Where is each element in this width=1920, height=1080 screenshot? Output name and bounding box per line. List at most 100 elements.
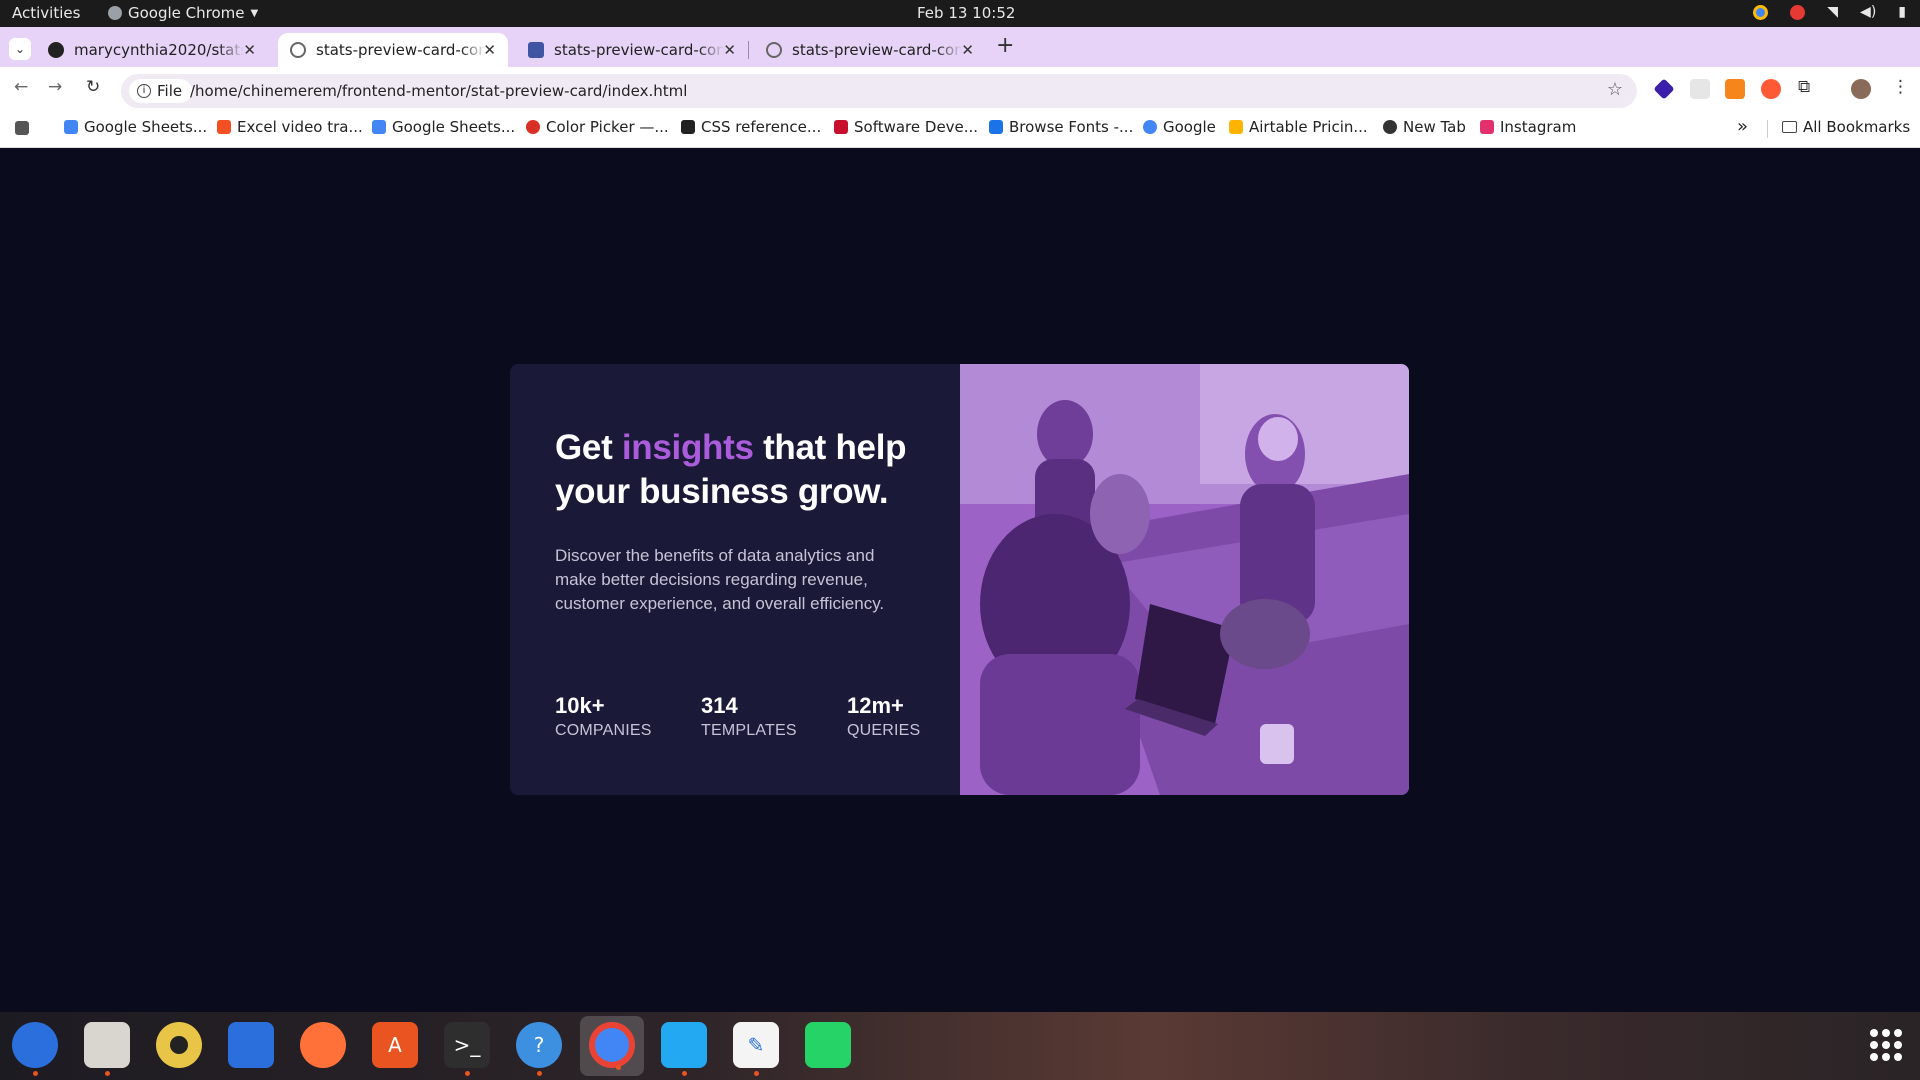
running-indicator xyxy=(465,1071,470,1076)
forward-button[interactable]: → xyxy=(48,77,62,97)
tab-stats-preview-3[interactable]: stats-preview-card-component ✕ xyxy=(754,33,986,67)
running-indicator xyxy=(537,1071,542,1076)
bookmark-item[interactable]: Color Picker —... xyxy=(526,118,669,136)
activities-button[interactable]: Activities xyxy=(12,4,80,22)
plus-icon: + xyxy=(996,33,1015,58)
close-icon[interactable]: ✕ xyxy=(723,41,736,59)
all-bookmarks-button[interactable]: All Bookmarks xyxy=(1782,118,1910,136)
info-icon: i xyxy=(137,84,151,98)
tab-github[interactable]: marycynthia2020/stats-preview-card ✕ xyxy=(36,33,268,67)
bookmark-item[interactable]: Google Sheets... xyxy=(372,118,515,136)
tab-stats-preview-active[interactable]: stats-preview-card-component ✕ xyxy=(278,33,508,67)
card-description: Discover the benefits of data analytics … xyxy=(555,546,885,613)
bookmark-item[interactable]: Instagram xyxy=(1480,118,1576,136)
page-viewport: Get insights that help your business gro… xyxy=(0,148,1920,1012)
app-menu[interactable]: Google Chrome ▼ xyxy=(108,4,258,22)
tab-separator xyxy=(748,41,749,59)
bookmark-item[interactable]: Browse Fonts -... xyxy=(989,118,1133,136)
metamask-icon[interactable] xyxy=(1725,79,1745,99)
tab-title: marycynthia2020/stats-preview-card xyxy=(74,41,244,59)
close-icon[interactable]: ✕ xyxy=(243,41,256,59)
text-editor-icon[interactable]: ✎ xyxy=(733,1022,779,1076)
libreoffice-writer-icon[interactable] xyxy=(228,1022,274,1068)
files-icon[interactable] xyxy=(84,1022,130,1076)
bookmark-label: Google Sheets... xyxy=(84,118,208,136)
app-menu-label: Google Chrome xyxy=(128,4,245,22)
do-not-disturb-icon[interactable] xyxy=(1790,4,1806,20)
battery-icon[interactable]: ▮ xyxy=(1898,4,1906,20)
show-apps-grid-icon[interactable] xyxy=(1870,1029,1902,1061)
close-icon[interactable]: ✕ xyxy=(961,41,974,59)
bookmark-label: Airtable Pricin... xyxy=(1249,118,1368,136)
app-center-icon[interactable]: A xyxy=(372,1022,418,1068)
firefox-icon[interactable] xyxy=(300,1022,346,1068)
kebab-menu-icon[interactable]: ⋮ xyxy=(1892,77,1909,97)
close-icon[interactable]: ✕ xyxy=(483,41,496,59)
bookmark-item[interactable]: Google xyxy=(1143,118,1216,136)
whatsapp-icon[interactable] xyxy=(805,1022,851,1068)
terminal-icon[interactable]: >_ xyxy=(444,1022,490,1076)
bookmark-item[interactable]: Excel video tra... xyxy=(217,118,363,136)
stat-label: TEMPLATES xyxy=(701,722,797,739)
instagram-icon xyxy=(1480,120,1494,134)
system-tray[interactable]: ◥ ◀) ▮ xyxy=(1753,4,1906,20)
all-bookmarks-label: All Bookmarks xyxy=(1803,118,1911,136)
tab-search-button[interactable]: ⌄ xyxy=(9,38,31,60)
google-sheets-icon xyxy=(64,120,78,134)
back-button[interactable]: ← xyxy=(14,77,28,97)
bookmark-item[interactable]: Google Sheets... xyxy=(64,118,207,136)
apps-icon[interactable] xyxy=(15,121,29,135)
help-icon[interactable]: ? xyxy=(516,1022,562,1076)
fonts-icon xyxy=(989,120,1003,134)
frontend-mentor-icon xyxy=(528,42,544,58)
chrome-tray-icon[interactable] xyxy=(1753,4,1769,20)
tab-stats-preview-2[interactable]: stats-preview-card-component ✕ xyxy=(516,33,748,67)
tab-title: stats-preview-card-component xyxy=(554,41,724,59)
bookmark-item[interactable]: Software Deve... xyxy=(834,118,978,136)
chrome-small-icon xyxy=(108,6,122,20)
bookmarks-overflow-button[interactable]: » xyxy=(1737,116,1748,137)
bookmark-item[interactable]: New Tab xyxy=(1383,118,1466,136)
system-top-bar: Activities Google Chrome ▼ Feb 13 10:52 … xyxy=(0,0,1920,27)
stat-label: COMPANIES xyxy=(555,722,652,739)
globe-icon xyxy=(766,42,782,58)
profile-avatar[interactable] xyxy=(1851,79,1871,99)
headline-accent: insights xyxy=(621,428,754,467)
address-bar[interactable]: i File /home/chinemerem/frontend-mentor/… xyxy=(121,74,1637,108)
extension-a-icon[interactable] xyxy=(1761,79,1781,99)
new-tab-button[interactable]: + xyxy=(996,33,1014,58)
rhythmbox-icon[interactable] xyxy=(156,1022,202,1068)
bookmark-item[interactable]: CSS reference... xyxy=(681,118,821,136)
bookmarks-bar: Google Sheets... Excel video tra... Goog… xyxy=(0,110,1920,148)
stat-value: 10k+ xyxy=(555,693,605,718)
card-text-section: Get insights that help your business gro… xyxy=(510,364,960,795)
site-info-button[interactable]: i File xyxy=(129,79,193,103)
extension-diamond-icon[interactable] xyxy=(1653,78,1675,100)
url-text[interactable]: /home/chinemerem/frontend-mentor/stat-pr… xyxy=(190,82,687,100)
mdn-icon xyxy=(681,120,695,134)
bookmarks-divider xyxy=(1767,120,1768,138)
bookmark-label: Instagram xyxy=(1500,118,1577,136)
caret-down-icon: ▼ xyxy=(250,7,259,19)
clock[interactable]: Feb 13 10:52 xyxy=(917,4,1015,22)
reload-button[interactable]: ↻ xyxy=(86,77,100,97)
arrow-left-icon: ← xyxy=(14,77,29,97)
new-tab-icon xyxy=(1383,120,1397,134)
extensions-puzzle-icon[interactable]: ⧉ xyxy=(1798,77,1810,97)
tab-title: stats-preview-card-component xyxy=(316,41,486,59)
bookmark-star-icon[interactable]: ☆ xyxy=(1607,79,1623,100)
stats-preview-card: Get insights that help your business gro… xyxy=(510,364,1409,795)
stat-value: 314 xyxy=(701,693,738,718)
volume-icon[interactable]: ◀) xyxy=(1860,4,1876,20)
reload-icon: ↻ xyxy=(86,77,101,97)
thunderbird-icon[interactable] xyxy=(12,1022,58,1076)
chrome-icon[interactable] xyxy=(589,1022,635,1070)
vscode-icon[interactable] xyxy=(661,1022,707,1076)
book-icon xyxy=(834,120,848,134)
bookmark-item[interactable]: Airtable Pricin... xyxy=(1229,118,1368,136)
color-picker-icon xyxy=(526,120,540,134)
card-headline: Get insights that help your business gro… xyxy=(555,426,915,514)
google-sheets-icon xyxy=(372,120,386,134)
wifi-icon[interactable]: ◥ xyxy=(1827,4,1838,20)
extension-placeholder-icon[interactable] xyxy=(1690,79,1710,99)
